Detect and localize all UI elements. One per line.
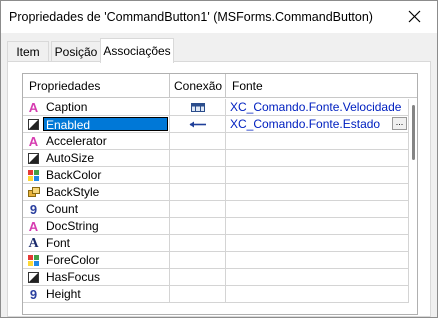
number-icon: 9 <box>29 287 38 302</box>
source-cell[interactable] <box>226 150 409 167</box>
table-row[interactable]: 9 Count <box>23 201 409 218</box>
window-title: Propriedades de 'CommandButton1' (MSForm… <box>9 10 373 24</box>
boolean-icon <box>28 119 39 130</box>
connection-cell[interactable] <box>170 133 226 150</box>
connection-cell[interactable] <box>170 252 226 269</box>
number-icon: 9 <box>29 202 38 217</box>
tab-associacoes[interactable]: Associações <box>100 38 174 63</box>
property-cell[interactable]: ForeColor <box>23 252 170 269</box>
text-a-icon: A <box>28 100 39 115</box>
connection-cell[interactable] <box>170 201 226 218</box>
property-cell[interactable]: A DocString <box>23 218 170 235</box>
property-cell[interactable]: BackStyle <box>23 184 170 201</box>
connection-cell[interactable] <box>170 167 226 184</box>
table-row[interactable]: BackStyle <box>23 184 409 201</box>
associations-grid: Propriedades Conexão Fonte A Caption XC_Co… <box>22 73 418 315</box>
property-name: ForeColor <box>46 253 100 267</box>
column-header-connection[interactable]: Conexão <box>170 74 226 98</box>
table-row[interactable]: ForeColor <box>23 252 409 269</box>
table-row[interactable]: Enabled XC_Comando.Fonte.Estado... <box>23 116 409 133</box>
tab-panel-associacoes: Propriedades Conexão Fonte A Caption XC_Co… <box>7 61 431 317</box>
property-cell[interactable]: 9 Height <box>23 286 170 303</box>
source-cell[interactable] <box>226 218 409 235</box>
title-bar: Propriedades de 'CommandButton1' (MSForm… <box>1 1 437 33</box>
table-row[interactable]: A Font <box>23 235 409 252</box>
property-name: Accelerator <box>46 134 107 148</box>
text-a-icon: A <box>28 219 39 234</box>
property-cell[interactable]: AutoSize <box>23 150 170 167</box>
table-row[interactable]: 9 Height <box>23 286 409 303</box>
source-cell[interactable]: XC_Comando.Fonte.Velocidade <box>226 99 409 116</box>
property-name: BackStyle <box>46 185 100 199</box>
connection-cell[interactable] <box>170 286 226 303</box>
property-cell[interactable]: A Caption <box>23 99 170 116</box>
tab-posicao[interactable]: Posição <box>51 41 101 62</box>
browse-ellipsis-button[interactable]: ... <box>392 117 407 130</box>
boolean-icon <box>28 153 39 164</box>
table-row[interactable]: AutoSize <box>23 150 409 167</box>
connection-cell[interactable] <box>170 235 226 252</box>
table-connection-icon <box>191 103 205 112</box>
property-name: Font <box>46 236 71 250</box>
column-header-source[interactable]: Fonte <box>226 74 417 98</box>
tab-item[interactable]: Item <box>7 41 49 62</box>
source-cell[interactable] <box>226 269 409 286</box>
connection-cell[interactable] <box>170 99 226 116</box>
table-row[interactable]: A Accelerator <box>23 133 409 150</box>
column-header-properties[interactable]: Propriedades <box>23 74 170 98</box>
source-text: XC_Comando.Fonte.Estado <box>230 117 381 131</box>
property-name: AutoSize <box>46 151 95 165</box>
table-row[interactable]: A DocString <box>23 218 409 235</box>
source-cell[interactable] <box>226 252 409 269</box>
source-cell[interactable] <box>226 133 409 150</box>
property-name: BackColor <box>46 168 102 182</box>
source-cell[interactable] <box>226 184 409 201</box>
property-cell[interactable]: 9 Count <box>23 201 170 218</box>
color-icon <box>28 170 39 181</box>
table-row[interactable]: HasFocus <box>23 269 409 286</box>
left-arrow-icon <box>189 121 207 128</box>
source-cell[interactable]: XC_Comando.Fonte.Estado... <box>226 116 409 133</box>
source-cell[interactable] <box>226 201 409 218</box>
close-button[interactable] <box>393 1 437 33</box>
table-row[interactable]: A Caption XC_Comando.Fonte.Velocidade <box>23 99 409 116</box>
properties-dialog: Propriedades de 'CommandButton1' (MSForm… <box>0 0 438 318</box>
connection-cell[interactable] <box>170 150 226 167</box>
color-icon <box>28 255 39 266</box>
property-name: Enabled <box>46 118 91 132</box>
property-name: Height <box>46 287 81 301</box>
property-cell[interactable]: Enabled <box>23 116 170 133</box>
property-cell[interactable]: A Accelerator <box>23 133 170 150</box>
property-cell[interactable]: A Font <box>23 235 170 252</box>
font-icon: A <box>28 236 39 251</box>
connection-cell[interactable] <box>170 116 226 133</box>
source-cell[interactable] <box>226 167 409 184</box>
boolean-icon <box>28 272 39 283</box>
property-name: DocString <box>46 219 99 233</box>
property-cell[interactable]: HasFocus <box>23 269 170 286</box>
source-text: XC_Comando.Fonte.Velocidade <box>230 100 402 114</box>
connection-cell[interactable] <box>170 218 226 235</box>
text-a-icon: A <box>28 134 39 149</box>
property-cell[interactable]: BackColor <box>23 167 170 184</box>
vertical-scrollbar[interactable] <box>409 99 417 314</box>
source-cell[interactable] <box>226 235 409 252</box>
close-icon <box>408 10 421 23</box>
connection-cell[interactable] <box>170 184 226 201</box>
scrollbar-thumb[interactable] <box>412 105 415 160</box>
property-name: HasFocus <box>46 270 101 284</box>
style-icon <box>28 187 40 198</box>
property-name: Caption <box>46 100 88 114</box>
selection-highlight[interactable]: Enabled <box>43 117 168 132</box>
property-name: Count <box>46 202 79 216</box>
source-cell[interactable] <box>226 286 409 303</box>
table-row[interactable]: BackColor <box>23 167 409 184</box>
connection-cell[interactable] <box>170 269 226 286</box>
